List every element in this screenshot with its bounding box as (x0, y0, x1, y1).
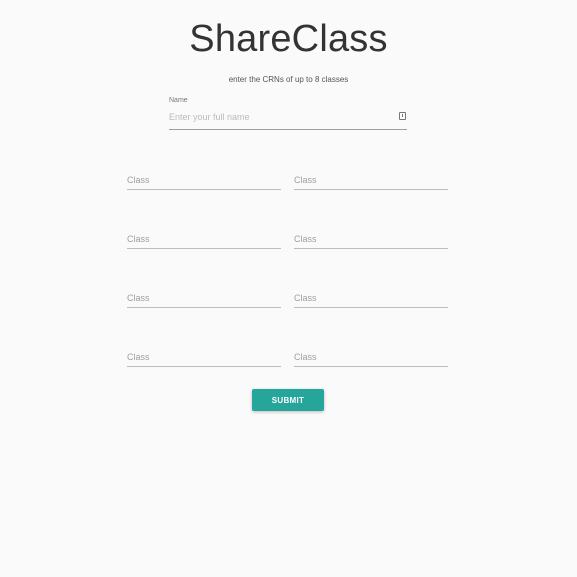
class-input[interactable] (294, 231, 448, 247)
name-field-group: Name (169, 96, 407, 132)
class-input[interactable] (294, 290, 448, 306)
name-input[interactable] (169, 108, 393, 126)
class-underline (127, 366, 281, 367)
class-underline (127, 248, 281, 249)
class-underline (127, 189, 281, 190)
shareclass-page: ShareClass enter the CRNs of up to 8 cla… (0, 0, 577, 577)
class-field-6 (294, 290, 448, 310)
class-field-1 (127, 172, 281, 192)
class-input[interactable] (127, 231, 281, 247)
class-input[interactable] (294, 349, 448, 365)
class-field-5 (127, 290, 281, 310)
class-input[interactable] (294, 172, 448, 188)
class-field-8 (294, 349, 448, 369)
submit-button[interactable]: SUBMIT (252, 389, 324, 411)
class-input[interactable] (127, 172, 281, 188)
class-input[interactable] (127, 290, 281, 306)
name-label: Name (169, 97, 188, 104)
class-field-4 (294, 231, 448, 251)
name-underline (169, 129, 407, 130)
class-underline (294, 189, 448, 190)
class-input[interactable] (127, 349, 281, 365)
class-field-3 (127, 231, 281, 251)
class-underline (294, 307, 448, 308)
page-title: ShareClass (189, 18, 388, 60)
class-underline (294, 248, 448, 249)
class-underline (127, 307, 281, 308)
instructions-text: enter the CRNs of up to 8 classes (228, 75, 349, 84)
class-field-2 (294, 172, 448, 192)
class-underline (294, 366, 448, 367)
class-field-7 (127, 349, 281, 369)
id-card-icon (399, 112, 406, 120)
